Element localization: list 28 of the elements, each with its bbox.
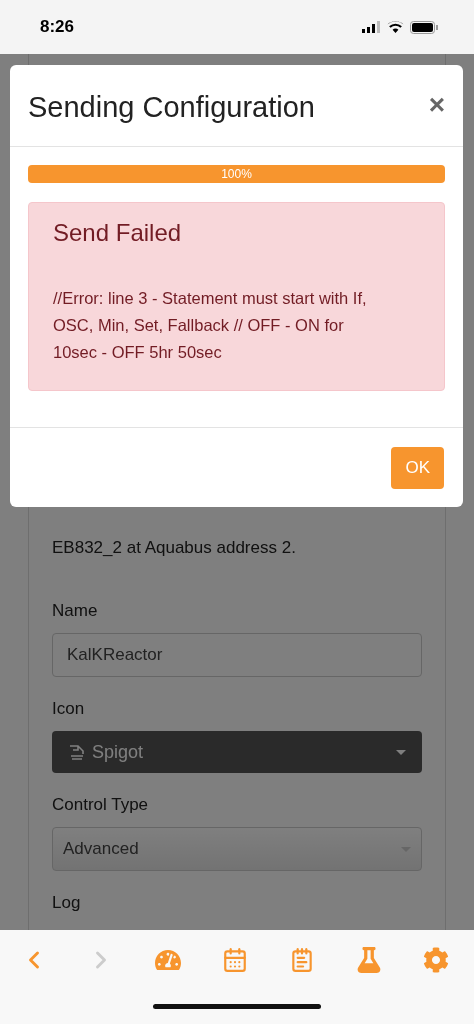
field-label: Control Type xyxy=(52,795,150,815)
icon-select[interactable]: Spigot xyxy=(52,731,422,773)
alert-title: Send Failed xyxy=(53,219,183,247)
field-label: Icon xyxy=(52,699,86,719)
gauge-icon xyxy=(155,947,181,973)
battery-icon xyxy=(410,20,438,34)
nav-button[interactable] xyxy=(355,946,383,974)
spigot-icon xyxy=(68,743,86,761)
alert-message: //Error: line 3 - Statement must start with If, OSC, Min, Set, Fallback // OFF - ON for 10sec - OFF 5hr 50sec xyxy=(53,288,368,363)
nav-button[interactable] xyxy=(221,946,249,974)
control-type-select[interactable]: Advanced xyxy=(52,827,422,871)
settings-icon xyxy=(423,947,449,973)
progress-label: 100% xyxy=(221,167,252,181)
calendar-icon xyxy=(222,947,248,973)
ok-button[interactable]: OK xyxy=(391,447,444,489)
notepad-icon xyxy=(289,947,315,973)
wifi-icon xyxy=(387,21,404,33)
name-field[interactable]: KalKReactor xyxy=(52,633,422,677)
outlet-description: EB832_2 at Aquabus address 2. xyxy=(52,537,297,559)
close-button[interactable]: × xyxy=(428,91,445,119)
clock: 8:26 xyxy=(40,17,75,37)
dialog-title: Sending Configuration xyxy=(28,91,315,124)
field-label: Log xyxy=(52,893,82,913)
field-label: Name xyxy=(52,601,99,621)
select-value: Spigot xyxy=(92,741,144,763)
signal-icon xyxy=(362,21,381,33)
flask-icon xyxy=(356,947,382,973)
nav-button[interactable] xyxy=(422,946,450,974)
